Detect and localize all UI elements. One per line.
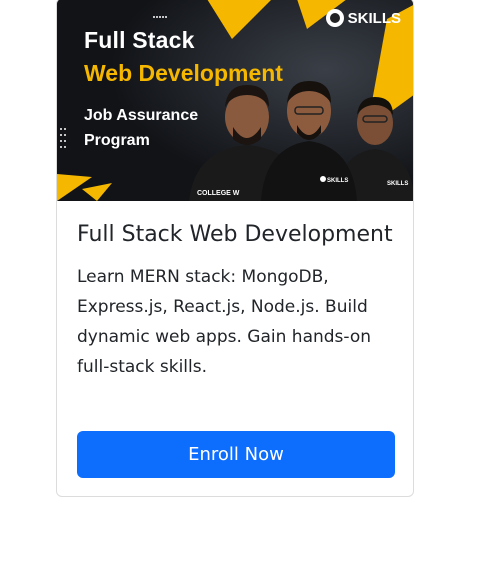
shirt-print: COLLEGE W [197, 190, 240, 197]
brand-name: SKILLS [347, 9, 401, 27]
brand-logo: SKILLS [325, 9, 401, 27]
card-body: Full Stack Web Development Learn MERN st… [77, 220, 397, 382]
course-banner-image[interactable]: COLLEGE W SKILLS SKILLS SKILLS Full Stac… [57, 0, 413, 201]
course-card: COLLEGE W SKILLS SKILLS SKILLS Full Stac… [56, 0, 414, 497]
brand-icon [325, 9, 344, 27]
banner-title-line2: Web Development [84, 60, 283, 86]
enroll-now-button[interactable]: Enroll Now [77, 431, 395, 478]
course-title: Full Stack Web Development [77, 222, 393, 247]
shirt-badge-right: SKILLS [387, 181, 408, 187]
course-description: Learn MERN stack: MongoDB, Express.js, R… [77, 267, 372, 377]
shirt-badge-center: SKILLS [327, 178, 348, 184]
banner-title-line1: Full Stack [84, 27, 195, 53]
banner-subtitle: Job Assurance Program [84, 107, 199, 149]
